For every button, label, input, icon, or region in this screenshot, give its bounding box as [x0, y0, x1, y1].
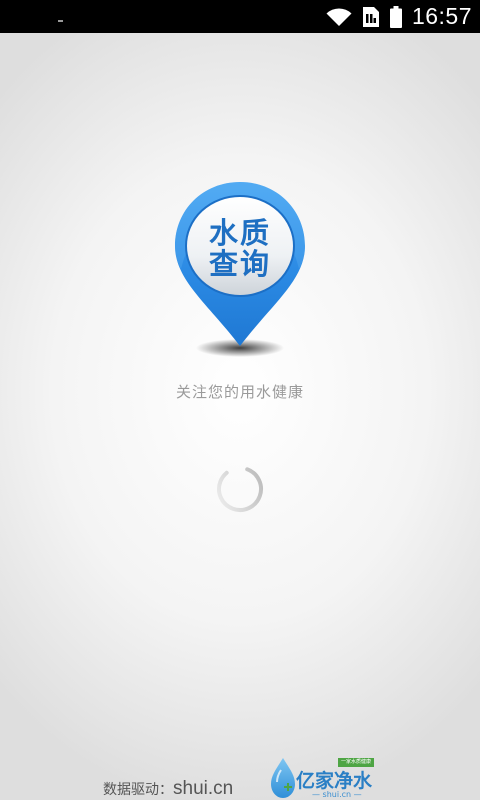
loading-spinner-icon: [214, 463, 266, 515]
water-drop-icon: [268, 756, 298, 800]
tagline: 关注您的用水健康: [175, 383, 304, 401]
footer-credit: 数据驱动：shui.cn: [103, 778, 233, 800]
credit-domain: shui.cn: [173, 778, 234, 799]
status-time: 16:57: [411, 3, 472, 29]
status-dash: [58, 20, 63, 22]
splash-screen: 16:57 水质 查询 关注您的用水健康 数据驱动：shui.cn 一家水质健康…: [0, 0, 480, 800]
status-icons: 16:57: [326, 0, 472, 33]
sim-icon: [362, 6, 380, 28]
water-quality-logo: 水质 查询: [170, 180, 310, 360]
battery-icon: [389, 5, 402, 28]
brand-name-part1: 亿家: [296, 770, 335, 792]
wifi-icon: [326, 7, 352, 27]
brand-name: 亿家净水: [296, 766, 372, 793]
brand-logo: 一家水质健康 亿家净水 — shui.cn —: [268, 756, 383, 800]
status-bar: 16:57: [0, 0, 480, 33]
map-pin-icon: [175, 182, 305, 357]
brand-name-part2: 净水: [334, 770, 373, 792]
brand-domain: — shui.cn —: [312, 790, 362, 799]
credit-label: 数据驱动：: [103, 782, 173, 798]
